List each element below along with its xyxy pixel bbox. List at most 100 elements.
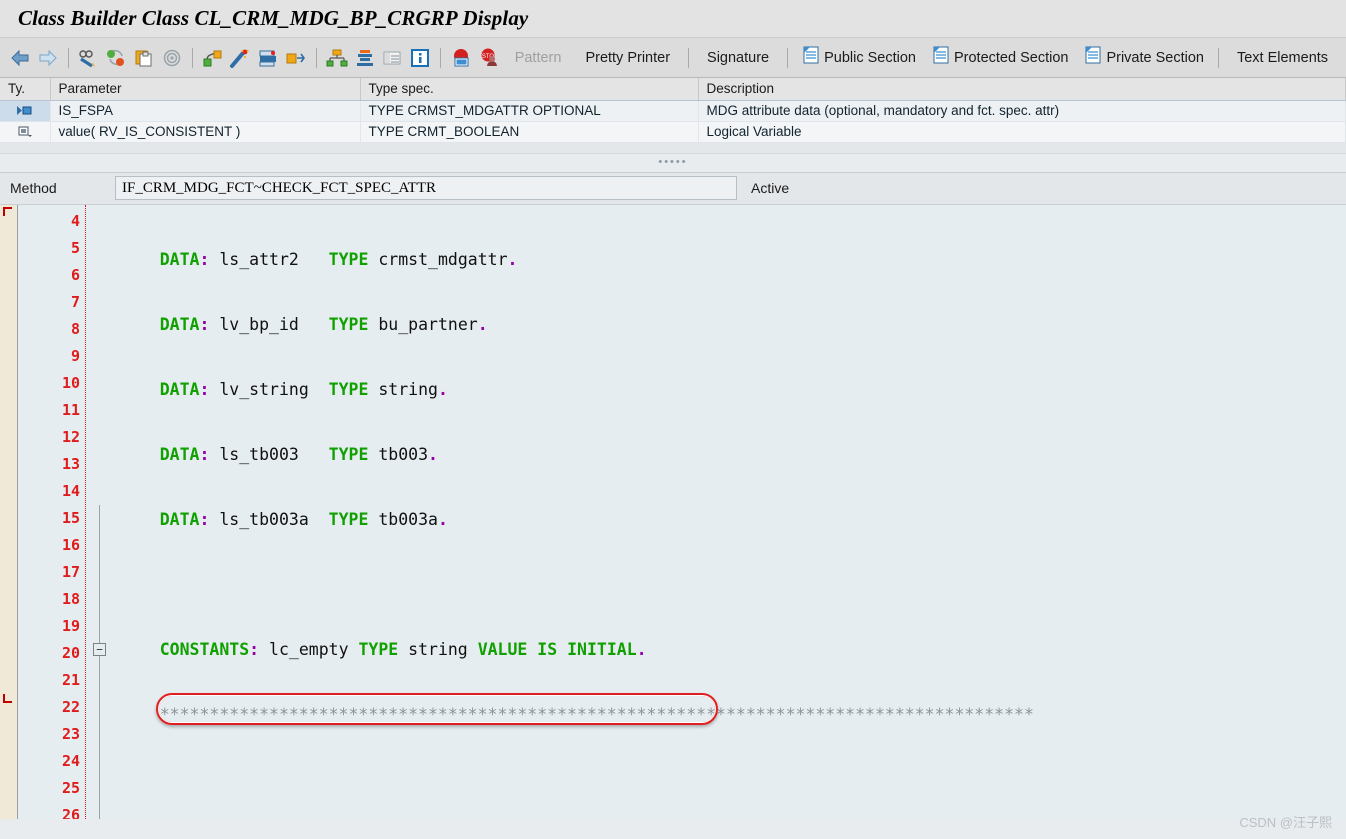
code-text-area[interactable]: DATA: ls_attr2 TYPE crmst_mdgattr. DATA:…: [112, 205, 1346, 819]
document-icon: [932, 46, 950, 69]
code-fold-gutter[interactable]: −: [86, 204, 112, 819]
line-number: 11: [61, 400, 80, 419]
code-line[interactable]: DATA: lv_string TYPE string.: [112, 376, 1346, 403]
returning-arrow-icon: [14, 125, 36, 139]
public-section-label: Public Section: [824, 49, 916, 66]
public-section-button[interactable]: Public Section: [794, 46, 924, 69]
status-badge: Active: [751, 180, 790, 196]
line-number: 7: [70, 292, 80, 311]
text-elements-button[interactable]: Text Elements: [1225, 50, 1340, 66]
param-name-cell[interactable]: IS_FSPA: [50, 100, 361, 122]
class-builder-window: Class Builder Class CL_CRM_MDG_BP_CRGRP …: [0, 0, 1346, 839]
code-line-comment[interactable]: ****************************************…: [112, 701, 1346, 728]
protected-section-label: Protected Section: [953, 49, 1069, 66]
copy-icon[interactable]: [131, 45, 157, 71]
code-line[interactable]: CONSTANTS: lc_empty TYPE string VALUE IS…: [112, 636, 1346, 663]
list-icon[interactable]: [380, 45, 406, 71]
line-number: 16: [61, 535, 80, 554]
column-header-description[interactable]: Description: [698, 78, 1346, 101]
table-row[interactable]: value( RV_IS_CONSISTENT ) TYPE CRMT_BOOL…: [0, 121, 1346, 143]
column-header-parameter[interactable]: Parameter: [50, 78, 361, 101]
window-titlebar: Class Builder Class CL_CRM_MDG_BP_CRGRP …: [0, 0, 1346, 38]
line-number: 17: [61, 562, 80, 581]
method-name-field[interactable]: IF_CRM_MDG_FCT~CHECK_FCT_SPEC_ATTR: [115, 176, 737, 200]
code-line[interactable]: DATA: ls_attr2 TYPE crmst_mdgattr.: [112, 246, 1346, 273]
watermark-text: CSDN @汪子熙: [1239, 815, 1332, 830]
code-line[interactable]: DATA: lv_bp_id TYPE bu_partner.: [112, 311, 1346, 338]
code-line[interactable]: [112, 571, 1346, 598]
panel-filler: [0, 142, 1346, 153]
line-number: 21: [61, 670, 80, 689]
param-type-spec-cell[interactable]: TYPE CRMT_BOOLEAN: [360, 121, 699, 143]
editor-bookmark-gutter[interactable]: [0, 204, 18, 819]
document-icon: [802, 46, 820, 69]
inheritance-icon[interactable]: [352, 45, 378, 71]
method-label: Method: [10, 180, 57, 196]
gutter-bracket-bottom-icon: [3, 693, 12, 703]
splitter-grip-icon: •••••: [658, 156, 688, 168]
param-type-spec-cell[interactable]: TYPE CRMST_MDGATTR OPTIONAL: [360, 100, 699, 122]
line-number: 15: [61, 508, 80, 527]
column-header-type-spec[interactable]: Type spec.: [360, 78, 699, 101]
table-row[interactable]: IS_FSPA TYPE CRMST_MDGATTR OPTIONAL MDG …: [0, 100, 1346, 122]
parameter-table-area: Ty. Parameter Type spec. Description IS_…: [0, 78, 1346, 143]
class-hierarchy-icon[interactable]: [324, 45, 350, 71]
magic-wand-icon[interactable]: [228, 45, 254, 71]
line-number: 9: [70, 346, 80, 365]
line-number: 26: [61, 805, 80, 819]
signature-button[interactable]: Signature: [695, 50, 781, 66]
line-number: 12: [61, 427, 80, 446]
line-number: 22: [61, 697, 80, 716]
fold-guide-line: [99, 504, 100, 819]
toolbar-separator: [1217, 47, 1219, 68]
fold-toggle-icon[interactable]: −: [93, 642, 106, 656]
check-icon[interactable]: [200, 45, 226, 71]
line-number: 18: [61, 589, 80, 608]
line-number-gutter: 4 5 6 7 8 9 10 11 12 13 14 15 16 17 18 1…: [18, 204, 86, 819]
line-number: 4: [70, 211, 80, 230]
panel-splitter[interactable]: •••••: [0, 152, 1346, 173]
protected-section-button[interactable]: Protected Section: [924, 46, 1076, 69]
toolbar-separator: [67, 47, 69, 68]
line-number: 20: [61, 643, 80, 662]
method-bar: Method IF_CRM_MDG_FCT~CHECK_FCT_SPEC_ATT…: [0, 172, 1346, 205]
page-title: Class Builder Class CL_CRM_MDG_BP_CRGRP …: [18, 6, 529, 30]
importing-param-icon[interactable]: [0, 100, 51, 122]
param-name-cell[interactable]: value( RV_IS_CONSISTENT ): [50, 121, 361, 143]
parameter-table: Ty. Parameter Type spec. Description IS_…: [0, 78, 1346, 143]
pattern-button[interactable]: Pattern: [503, 50, 574, 66]
stop-icon[interactable]: STO: [476, 45, 502, 71]
table-header-row: Ty. Parameter Type spec. Description: [0, 78, 1346, 101]
code-line[interactable]: [112, 766, 1346, 793]
info-icon[interactable]: [407, 45, 433, 71]
line-number: 10: [61, 373, 80, 392]
where-used-icon[interactable]: [283, 45, 309, 71]
code-line[interactable]: DATA: ls_tb003 TYPE tb003.: [112, 441, 1346, 468]
returning-param-icon[interactable]: [0, 121, 51, 143]
line-number: 23: [61, 724, 80, 743]
code-editor[interactable]: 4 5 6 7 8 9 10 11 12 13 14 15 16 17 18 1…: [0, 204, 1346, 819]
toolbar-separator: [787, 47, 789, 68]
param-description-cell[interactable]: Logical Variable: [698, 121, 1346, 143]
debugger-icon[interactable]: [448, 45, 474, 71]
activate-icon[interactable]: [103, 45, 129, 71]
private-section-label: Private Section: [1106, 49, 1204, 66]
private-section-button[interactable]: Private Section: [1076, 46, 1212, 69]
gutter-bracket-top-icon: [3, 206, 12, 216]
display-change-icon[interactable]: [76, 45, 102, 71]
line-number: 19: [61, 616, 80, 635]
forward-icon[interactable]: [35, 45, 61, 71]
toolbar-separator: [191, 47, 193, 68]
document-icon: [1084, 46, 1102, 69]
main-toolbar: STO Pattern Pretty Printer Signature Pub…: [0, 38, 1346, 78]
column-header-ty[interactable]: Ty.: [0, 78, 51, 101]
pretty-printer-button[interactable]: Pretty Printer: [573, 50, 682, 66]
back-icon[interactable]: [7, 45, 33, 71]
toolbar-separator: [688, 47, 690, 68]
line-number: 25: [61, 778, 80, 797]
code-line[interactable]: DATA: ls_tb003a TYPE tb003a.: [112, 506, 1346, 533]
param-description-cell[interactable]: MDG attribute data (optional, mandatory …: [698, 100, 1346, 122]
print-icon[interactable]: [255, 45, 281, 71]
line-number: 24: [61, 751, 80, 770]
at-icon[interactable]: [159, 45, 185, 71]
